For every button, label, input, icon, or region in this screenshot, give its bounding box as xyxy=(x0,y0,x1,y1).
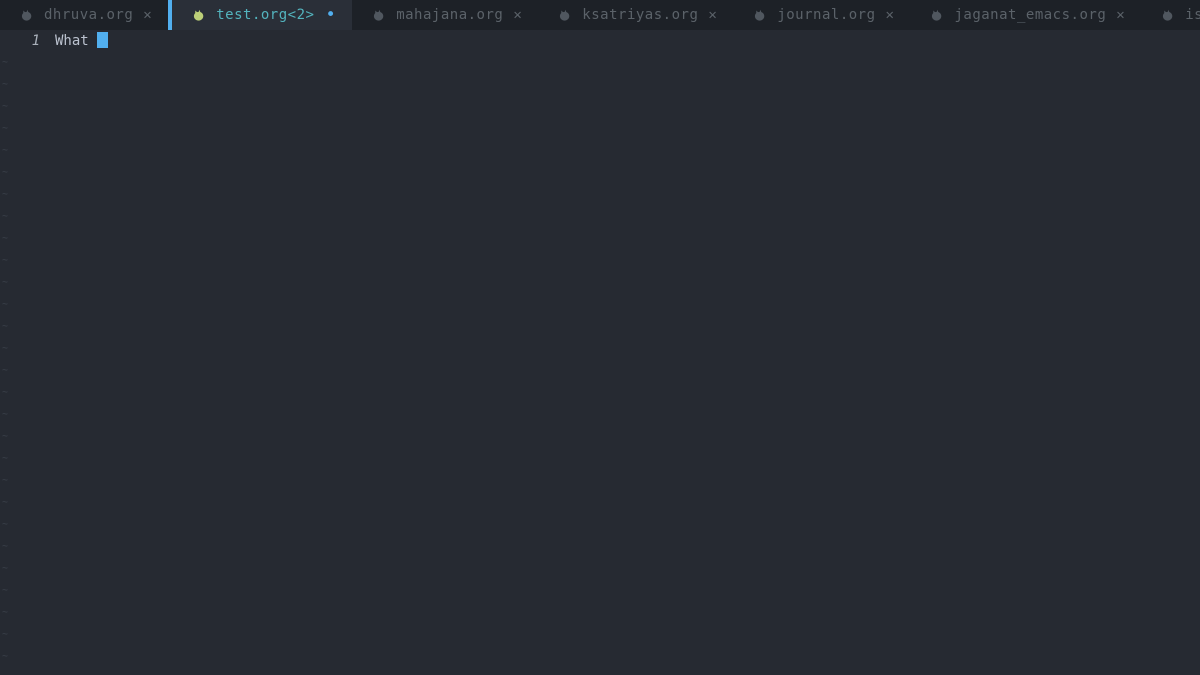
org-unicorn-icon xyxy=(929,8,944,23)
empty-line-indicator: ~ xyxy=(2,123,9,134)
empty-line-indicator: ~ xyxy=(2,189,9,200)
tab-label: ksatriyas.org xyxy=(582,7,699,23)
org-unicorn-icon xyxy=(752,8,767,23)
tab-label: jaganat_emacs.org xyxy=(954,7,1107,23)
empty-line-indicator: ~ xyxy=(2,57,9,68)
tab-ksatriyas.org[interactable]: ksatriyas.org ✕ xyxy=(538,0,734,30)
buffer-line: 1 What xyxy=(0,30,1200,52)
org-unicorn-icon xyxy=(19,8,34,23)
empty-line-indicator: ~ xyxy=(2,79,9,90)
empty-line-indicator: ~ xyxy=(2,585,9,596)
empty-line-indicator: ~ xyxy=(2,167,9,178)
empty-line-indicator: ~ xyxy=(2,519,9,530)
tab-isk[interactable]: isk xyxy=(1141,0,1200,30)
editor-buffer[interactable]: 1 What ~ ~ ~ ~ ~ ~ ~ ~ ~ ~ ~ ~ ~ ~ ~ ~ ~ ~ ~ ~ ~ ~ ~ ~ ~ ~ ~ ~ ~ xyxy=(0,30,1200,675)
modified-indicator-dot: • xyxy=(325,4,337,25)
empty-line-indicator: ~ xyxy=(2,321,9,332)
text-cursor xyxy=(97,32,109,48)
line-text: What xyxy=(55,33,98,49)
tab-close-button[interactable]: ✕ xyxy=(708,7,717,23)
line-number: 1 xyxy=(31,33,40,49)
org-unicorn-icon xyxy=(371,8,386,23)
tab-test.org-2-[interactable]: test.org<2> • xyxy=(168,0,353,30)
active-tab-indicator xyxy=(168,0,173,30)
tab-close-button[interactable]: ✕ xyxy=(143,7,152,23)
empty-line-indicator: ~ xyxy=(2,431,9,442)
empty-line-indicator: ~ xyxy=(2,541,9,552)
empty-line-indicator: ~ xyxy=(2,475,9,486)
tab-jaganat-emacs.org[interactable]: jaganat_emacs.org ✕ xyxy=(910,0,1142,30)
tab-label: isk xyxy=(1185,7,1200,23)
empty-line-indicator: ~ xyxy=(2,387,9,398)
empty-line-indicator: ~ xyxy=(2,101,9,112)
empty-line-indicator: ~ xyxy=(2,277,9,288)
empty-line-indicator: ~ xyxy=(2,299,9,310)
empty-lines: ~ ~ ~ ~ ~ ~ ~ ~ ~ ~ ~ ~ ~ ~ ~ ~ ~ ~ ~ ~ ~ ~ ~ ~ ~ ~ ~ ~ ~ xyxy=(0,52,1200,675)
empty-line-indicator: ~ xyxy=(2,563,9,574)
tab-close-button[interactable]: ✕ xyxy=(1116,7,1125,23)
tab-dhruva.org[interactable]: dhruva.org ✕ xyxy=(0,0,169,30)
org-unicorn-icon xyxy=(557,8,572,23)
tab-label: test.org<2> xyxy=(216,7,315,23)
empty-line-indicator: ~ xyxy=(2,233,9,244)
tab-label: mahajana.org xyxy=(396,7,504,23)
empty-line-indicator: ~ xyxy=(2,607,9,618)
empty-line-indicator: ~ xyxy=(2,497,9,508)
org-unicorn-icon xyxy=(191,8,206,23)
empty-line-indicator: ~ xyxy=(2,453,9,464)
empty-line-indicator: ~ xyxy=(2,145,9,156)
tab-close-button[interactable]: ✕ xyxy=(513,7,522,23)
tab-close-button[interactable]: ✕ xyxy=(886,7,895,23)
tab-mahajana.org[interactable]: mahajana.org ✕ xyxy=(352,0,539,30)
empty-line-indicator: ~ xyxy=(0,668,1200,675)
org-unicorn-icon xyxy=(1160,8,1175,23)
tab-bar: dhruva.org ✕ test.org<2> • mahajana.org … xyxy=(0,0,1200,30)
empty-line-indicator: ~ xyxy=(2,365,9,376)
tab-label: journal.org xyxy=(777,7,876,23)
empty-line-indicator: ~ xyxy=(2,255,9,266)
empty-line-indicator: ~ xyxy=(2,211,9,222)
empty-line-indicator: ~ xyxy=(2,343,9,354)
empty-line-indicator: ~ xyxy=(2,651,9,662)
empty-line-indicator: ~ xyxy=(2,629,9,640)
empty-line-indicator: ~ xyxy=(2,409,9,420)
tab-journal.org[interactable]: journal.org ✕ xyxy=(733,0,911,30)
tab-label: dhruva.org xyxy=(44,7,134,23)
